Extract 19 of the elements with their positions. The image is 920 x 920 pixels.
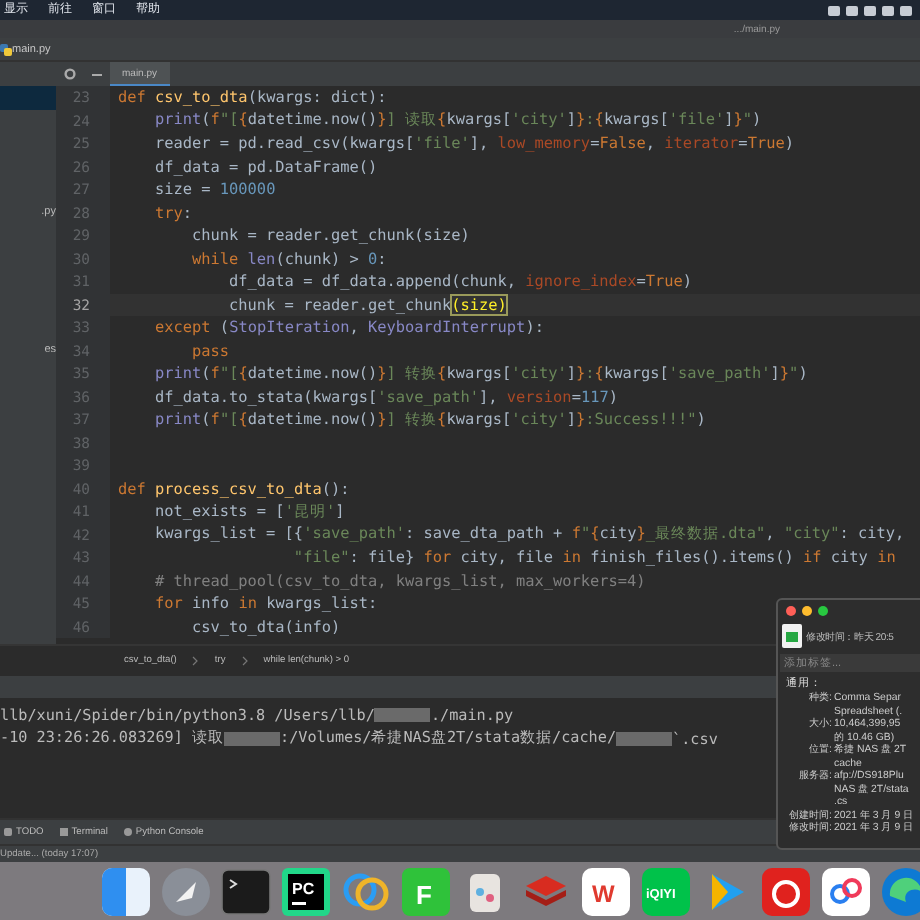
dock-app-icon[interactable]	[760, 865, 812, 917]
close-button[interactable]	[786, 605, 796, 615]
zoom-button[interactable]	[818, 605, 828, 615]
dock-app-icon[interactable]	[820, 865, 872, 917]
python-file-icon	[0, 43, 12, 55]
dock-app-icon[interactable]	[100, 865, 152, 917]
chevron-icon	[192, 656, 199, 666]
chevron-icon	[241, 656, 248, 666]
redaction-block	[616, 731, 673, 746]
redaction-block	[224, 731, 281, 746]
dock-app-icon[interactable]	[160, 865, 212, 917]
dock-app-icon[interactable]: PC	[280, 865, 332, 917]
redaction-block	[374, 708, 431, 723]
settings-icon[interactable]	[64, 68, 76, 80]
dock-app-icon[interactable]	[220, 865, 272, 917]
minimize-icon[interactable]	[92, 73, 102, 75]
minimize-button[interactable]	[802, 605, 812, 615]
dock-app-icon[interactable]: W	[580, 865, 632, 917]
spreadsheet-file-icon	[782, 624, 802, 648]
